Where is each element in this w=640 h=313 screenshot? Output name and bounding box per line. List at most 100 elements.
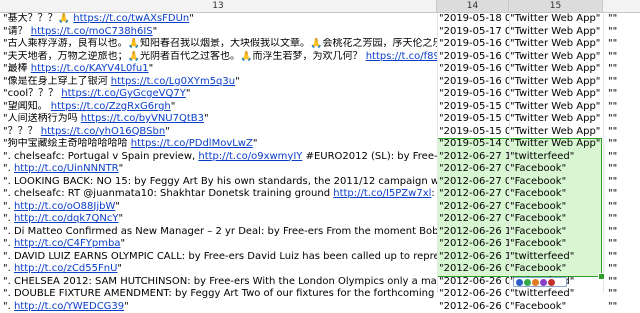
cell-col16[interactable]: "" — [603, 113, 637, 126]
cell-col13[interactable]: ". DAVID LUIZ EARNS OLYMPIC CALL: by Fre… — [3, 251, 437, 264]
tweet-link[interactable]: https://t.co/f89D7mR8ya — [366, 51, 437, 62]
cell-col13[interactable]: "像是在身上穿上了银河 https://t.co/Lg0XYm5q3u" — [3, 76, 437, 89]
cell-col16[interactable]: "" — [603, 226, 637, 239]
cell-col15-source[interactable]: "Facebook" — [509, 301, 602, 313]
cell-col15-source[interactable]: "Facebook" — [509, 263, 602, 276]
cell-col14-date[interactable]: "2019-05-16 05:57" — [438, 63, 509, 76]
tweet-link[interactable]: http://t.co/YWEDCG39 — [14, 301, 124, 312]
cell-col13[interactable]: ". chelseafc: Portugal v Spain preview, … — [3, 151, 437, 164]
cell-col15-source[interactable]: "Twitter Web App" — [509, 101, 602, 114]
cell-col16[interactable]: "" — [603, 138, 637, 151]
cell-col15-source[interactable]: "Facebook" — [509, 238, 602, 251]
cell-col14-date[interactable]: "2019-05-16 05:57" — [438, 88, 509, 101]
tweet-link[interactable]: https://t.co/moC738h6IS — [31, 26, 153, 37]
cell-col13[interactable]: "最棒 https://t.co/KAYV4L0fu1" — [3, 63, 437, 76]
fill-handle[interactable] — [598, 273, 605, 280]
cell-col16[interactable]: "" — [603, 301, 637, 313]
cell-col16[interactable]: "" — [603, 276, 637, 289]
tweet-link[interactable]: https://t.co/yhO16QBSbn — [41, 126, 165, 137]
tweet-link[interactable]: https://t.co/byVNU7QtB3 — [81, 113, 204, 124]
cell-col15-source[interactable]: "twitterfeed" — [509, 151, 602, 164]
cell-col14-date[interactable]: "2019-05-18 07:16" — [438, 13, 509, 26]
cell-col13[interactable]: "夫天地者，万物之逆旅也；🙏光阴者百代之过客也。🙏而浮生若梦，为欢几何？ htt… — [3, 51, 437, 64]
cell-col14-date[interactable]: "2019-05-16 05:57" — [438, 76, 509, 89]
cell-col15-source[interactable]: "twitterfeed" — [509, 251, 602, 264]
cell-col14-date[interactable]: "2012-06-27 01:40" — [438, 213, 509, 226]
cell-col13[interactable]: "望闻知。 https://t.co/ZzgRxG6rgh" — [3, 101, 437, 114]
cell-col15-source[interactable]: "Facebook" — [509, 201, 602, 214]
cell-col13[interactable]: ". DOUBLE FIXTURE AMENDMENT: by Feggy Ar… — [3, 288, 437, 301]
cell-col13[interactable]: "古人乘桴浮游，良有以也。🙏知阳春召我以烟景，大块假我以文章。🙏会桃花之芳园，序… — [3, 38, 437, 51]
cell-col13[interactable]: ". Di Matteo Confirmed as New Manager – … — [3, 226, 437, 239]
cell-col15-source[interactable]: "Twitter Web App" — [509, 26, 602, 39]
tweet-link[interactable]: http://t.co/dqk7QNcY — [14, 213, 119, 224]
cell-col13[interactable]: ". http://t.co/oO88JjbW" — [3, 201, 437, 214]
cell-col13[interactable]: ". LOOKING BACK: NO 15: by Feggy Art By … — [3, 176, 437, 189]
cell-col16[interactable]: "" — [603, 201, 637, 214]
cell-col16[interactable]: "" — [603, 38, 637, 51]
column-header-14[interactable]: 14 — [437, 0, 509, 12]
cell-col13[interactable]: ". http://t.co/UinNNNTR" — [3, 163, 437, 176]
cell-col14-date[interactable]: "2012-06-26 01:30" — [438, 301, 509, 313]
tweet-link[interactable]: https://t.co/twAXsFDUn — [73, 13, 189, 24]
cell-col15-source[interactable]: "Twitter Web App" — [509, 76, 602, 89]
cell-col13[interactable]: ". http://t.co/zCd55FnU" — [3, 263, 437, 276]
cell-col16[interactable]: "" — [603, 288, 637, 301]
cell-col13[interactable]: "人间送柄行为吗 https://t.co/byVNU7QtB3" — [3, 113, 437, 126]
cell-col14-date[interactable]: "2012-06-26 19:38" — [438, 226, 509, 239]
cell-col16[interactable]: "" — [603, 163, 637, 176]
cell-col16[interactable]: "" — [603, 263, 637, 276]
cell-col16[interactable]: "" — [603, 13, 637, 26]
chart-icon[interactable] — [532, 279, 539, 286]
cell-col14-date[interactable]: "2012-06-26 14:02" — [438, 238, 509, 251]
cell-col15-source[interactable]: "Facebook" — [509, 188, 602, 201]
cell-col15-source[interactable]: "Twitter Web App" — [509, 63, 602, 76]
cell-col14-date[interactable]: "2019-05-16 09:30" — [438, 38, 509, 51]
cell-col13[interactable]: ". CHELSEA 2012: SAM HUTCHINSON: by Free… — [3, 276, 437, 289]
cell-col13[interactable]: "cool？？？ https://t.co/GyGcgeVQ7Y" — [3, 88, 437, 101]
cell-col14-date[interactable]: "2012-06-27 03:47" — [438, 163, 509, 176]
cell-col14-date[interactable]: "2012-06-27 13:47" — [438, 151, 509, 164]
cell-col15-source[interactable]: "Twitter Web App" — [509, 113, 602, 126]
cell-col13[interactable]: ". http://t.co/dqk7QNcY" — [3, 213, 437, 226]
tweet-link[interactable]: https://t.co/GyGcgeVQ7Y — [61, 88, 186, 99]
cell-col16[interactable]: "" — [603, 101, 637, 114]
cell-col14-date[interactable]: "2019-05-14 07:56" — [438, 138, 509, 151]
cell-col16[interactable]: "" — [603, 51, 637, 64]
cell-col16[interactable]: "" — [603, 176, 637, 189]
cell-col16[interactable]: "" — [603, 126, 637, 139]
cell-col16[interactable]: "" — [603, 238, 637, 251]
cell-col14-date[interactable]: "2012-06-26 13:36" — [438, 251, 509, 264]
tweet-link[interactable]: https://t.co/KAYV4L0fu1 — [31, 63, 149, 74]
tweet-link[interactable]: https://t.co/ZzgRxG6rgh — [51, 101, 171, 112]
cell-col15-source[interactable]: "Twitter Web App" — [509, 38, 602, 51]
cell-col14-date[interactable]: "2012-06-26 04:30" — [438, 263, 509, 276]
cell-col15-source[interactable]: "Twitter Web App" — [509, 126, 602, 139]
cell-col14-date[interactable]: "2012-06-26 02:30" — [438, 276, 509, 289]
cell-col14-date[interactable]: "2019-05-15 05:47" — [438, 126, 509, 139]
cell-col13[interactable]: ". http://t.co/YWEDCG39" — [3, 301, 437, 313]
table-icon[interactable] — [540, 279, 547, 286]
tweet-link[interactable]: http://t.co/zCd55FnU — [14, 263, 117, 274]
cell-col16[interactable]: "" — [603, 88, 637, 101]
cell-col13[interactable]: ". chelseafc: RT @juanmata10: Shakhtar D… — [3, 188, 437, 201]
tweet-link[interactable]: http://t.co/oO88JjbW — [14, 201, 115, 212]
cell-col14-date[interactable]: "2019-05-15 06:47" — [438, 101, 509, 114]
tweet-link[interactable]: http://t.co/o9xwmyIY — [198, 151, 302, 162]
cell-col16[interactable]: "" — [603, 213, 637, 226]
quick-analysis-icon[interactable] — [516, 279, 523, 286]
cell-col15-source[interactable]: "Twitter Web App" — [509, 88, 602, 101]
cell-col14-date[interactable]: "2019-05-17 06:08" — [438, 26, 509, 39]
format-icon[interactable] — [524, 279, 531, 286]
quick-analysis-toolbar[interactable] — [513, 277, 567, 287]
tweet-link[interactable]: https://t.co/PDdlMovLwZ — [131, 138, 253, 149]
cell-col13[interactable]: "？？？ https://t.co/yhO16QBSbn" — [3, 126, 437, 139]
cell-col15-source[interactable]: "Twitter Web App" — [509, 51, 602, 64]
cell-col16[interactable]: "" — [603, 151, 637, 164]
tweet-link[interactable]: http://t.co/I5PZw7xl — [333, 188, 431, 199]
cell-col16[interactable]: "" — [603, 26, 637, 39]
cell-col14-date[interactable]: "2019-05-16 07:57" — [438, 51, 509, 64]
cell-col14-date[interactable]: "2012-06-27 01:40" — [438, 188, 509, 201]
cell-col15-source[interactable]: "Facebook" — [509, 176, 602, 189]
tweet-link[interactable]: http://t.co/C4FYpmba — [14, 238, 121, 249]
